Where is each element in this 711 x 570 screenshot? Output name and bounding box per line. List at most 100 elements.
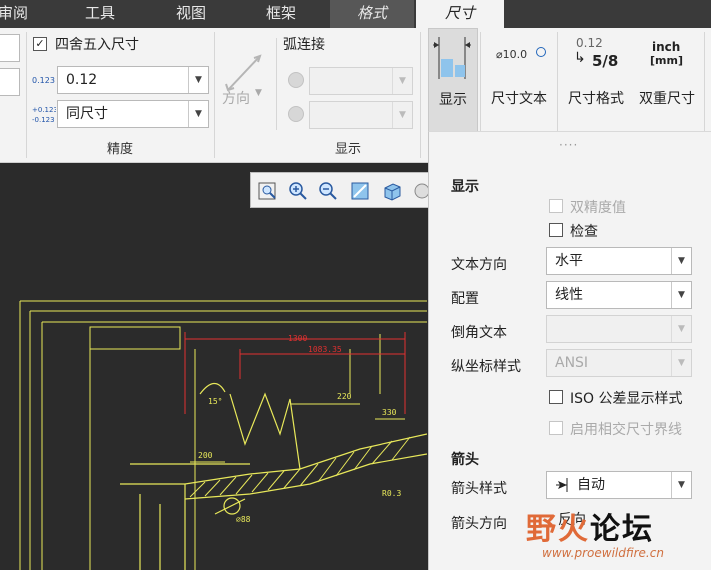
divider: [557, 32, 558, 132]
dim-text-6: 200: [198, 451, 213, 460]
display-button-label: 显示: [439, 92, 467, 108]
chevron-down-icon[interactable]: ▼: [188, 101, 208, 127]
chevron-down-icon[interactable]: ▼: [188, 67, 208, 93]
dimension-format-label: 尺寸格式: [568, 91, 624, 107]
arrow-style-icon: [556, 478, 568, 492]
round-dims-checkbox[interactable]: ✓: [33, 37, 47, 51]
chevron-down-icon[interactable]: ▼: [671, 472, 691, 498]
watermark-text-b: 火: [558, 512, 590, 547]
text-orientation-value: 水平: [555, 253, 583, 269]
tolerance-select[interactable]: 同尺寸 ▼: [57, 100, 209, 128]
dual-dimension-button[interactable]: inch [mm] 双重尺寸: [632, 28, 702, 132]
display-section-title: 显示: [451, 179, 479, 195]
iso-tolerance-checkbox[interactable]: [549, 390, 563, 404]
menu-format[interactable]: 格式: [330, 0, 414, 28]
zoom-in-icon[interactable]: [287, 180, 309, 202]
config-select[interactable]: 线性 ▼: [546, 281, 692, 309]
view-toolbar: [250, 172, 430, 208]
inspect-checkbox[interactable]: [549, 223, 563, 237]
chevron-down-icon[interactable]: ▼: [392, 68, 412, 94]
watermark-url: www.proewildfire.cn: [542, 546, 664, 560]
dual-precision-label: 双精度值: [570, 200, 626, 216]
arc-select-1[interactable]: ▼: [309, 67, 413, 95]
ordinate-style-label: 纵坐标样式: [451, 359, 521, 375]
dim-text-1: 1300: [288, 334, 307, 343]
panel-grip[interactable]: ····: [559, 138, 578, 152]
chevron-down-icon[interactable]: ▼: [255, 88, 262, 98]
dimension-text-icon: ⌀10.0: [496, 48, 528, 61]
drawing-frame: [19, 300, 427, 570]
text-orientation-label: 文本方向: [451, 257, 507, 273]
inspect-label: 检查: [570, 224, 598, 240]
menu-review[interactable]: 审阅: [0, 0, 38, 28]
menu-bar: 审阅 工具 视图 框架 格式 尺寸: [0, 0, 711, 28]
divider: [480, 32, 481, 132]
arrow-direction-label: 箭头方向: [451, 516, 507, 532]
intersect-extension-checkbox[interactable]: [549, 421, 563, 435]
arc-option-1-radio[interactable]: [288, 72, 304, 88]
svg-text:0.123: 0.123: [32, 76, 55, 85]
dual-dimension-label: 双重尺寸: [639, 91, 695, 107]
precision-value: 0.12: [66, 72, 98, 88]
chevron-down-icon[interactable]: ▼: [392, 102, 412, 128]
menu-view[interactable]: 视图: [160, 0, 222, 28]
ordinate-style-select[interactable]: ANSI ▼: [546, 349, 692, 377]
ordinate-style-value: ANSI: [555, 355, 589, 371]
config-label: 配置: [451, 291, 479, 307]
config-value: 线性: [555, 287, 583, 303]
svg-text:-0.123: -0.123: [32, 116, 55, 124]
arc-connection-label: 弧连接: [283, 37, 325, 53]
arrow-style-value: 自动: [577, 477, 605, 493]
precision-select[interactable]: 0.12 ▼: [57, 66, 209, 94]
chevron-down-icon[interactable]: ▼: [671, 248, 691, 274]
arrow-section-title: 箭头: [451, 452, 479, 468]
left-stub-field-2[interactable]: [0, 68, 20, 96]
dim-text-3: 15°: [208, 397, 222, 406]
zoom-window-icon[interactable]: [257, 180, 279, 202]
chamfer-text-label: 倒角文本: [451, 325, 507, 341]
chamfer-text-select[interactable]: ▼: [546, 315, 692, 343]
display-dimension-icon: [433, 37, 471, 79]
forum-watermark: 野火论坛 www.proewildfire.cn: [520, 500, 710, 568]
arrow-style-select[interactable]: 自动 ▼: [546, 471, 692, 499]
circle-badge-icon: [536, 47, 546, 57]
menu-frame[interactable]: 框架: [250, 0, 312, 28]
divider: [704, 32, 705, 132]
zoom-out-icon[interactable]: [317, 180, 339, 202]
dimension-format-button[interactable]: 0.12 ↳ 5/8 尺寸格式: [562, 28, 630, 132]
watermark-text-c: 论坛: [590, 512, 654, 547]
left-stub-field-1[interactable]: [0, 34, 20, 62]
dim-text-7: R0.3: [382, 489, 401, 498]
menu-dimension[interactable]: 尺寸: [416, 0, 504, 28]
view-cube-icon[interactable]: [381, 180, 403, 202]
cad-drawing: 1300 1083.35 15° 220 330 200 R0.3 ⌀88: [19, 300, 427, 570]
watermark-logo: 野火论坛: [526, 504, 654, 548]
repaint-icon[interactable]: [349, 180, 371, 202]
direction-label[interactable]: 方向: [222, 88, 250, 108]
dual-precision-checkbox[interactable]: [549, 199, 563, 213]
part-profile: [120, 382, 427, 570]
arc-select-2[interactable]: ▼: [309, 101, 413, 129]
group-title-precision: 精度: [106, 142, 133, 157]
dim-text-5: 330: [382, 408, 397, 417]
watermark-text-a: 野: [526, 512, 558, 547]
chevron-down-icon[interactable]: ▼: [671, 282, 691, 308]
arc-option-2-radio[interactable]: [288, 106, 304, 122]
dual-icon-top: inch: [652, 40, 681, 54]
arrow-icon: ↳: [574, 50, 586, 66]
arrow-style-label: 箭头样式: [451, 481, 507, 497]
divider: [276, 38, 277, 130]
display-button[interactable]: 显示: [428, 28, 478, 132]
dimension-text-button[interactable]: ⌀10.0 尺寸文本: [484, 28, 554, 132]
drawing-canvas[interactable]: 1300 1083.35 15° 220 330 200 R0.3 ⌀88: [0, 164, 427, 570]
chevron-down-icon[interactable]: ▼: [671, 350, 691, 376]
svg-text:+0.123: +0.123: [32, 106, 56, 114]
text-orientation-select[interactable]: 水平 ▼: [546, 247, 692, 275]
dim-text-2: 1083.35: [308, 345, 342, 354]
dual-icon-bottom: [mm]: [650, 54, 683, 67]
chevron-down-icon[interactable]: ▼: [671, 316, 691, 342]
format-icon-bottom: 5/8: [592, 52, 619, 70]
menu-tools[interactable]: 工具: [70, 0, 130, 28]
dimension-text-label: 尺寸文本: [491, 91, 547, 107]
tolerance-icon: +0.123 -0.123: [32, 106, 56, 124]
